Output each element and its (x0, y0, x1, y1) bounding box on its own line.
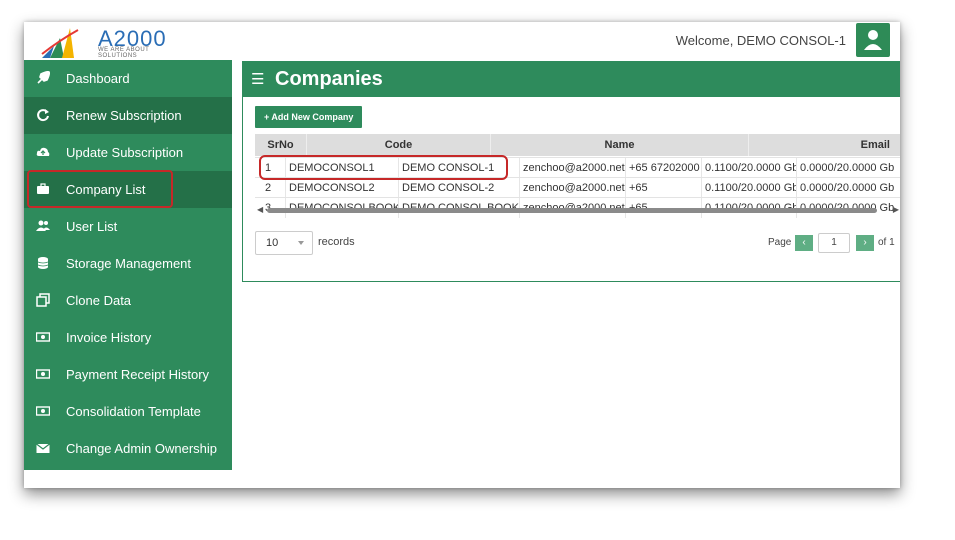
sidebar-item-dashboard[interactable]: Dashboard (24, 60, 232, 97)
cell-phone: +65 (626, 178, 702, 198)
cell-code: DEMOCONSOL2 (286, 178, 399, 198)
prev-page-button[interactable]: ‹ (795, 235, 813, 251)
sidebar-item-label: Dashboard (66, 71, 130, 86)
sidebar-item-user-list[interactable]: User List (24, 208, 232, 245)
sidebar-item-update-subscription[interactable]: Update Subscription (24, 134, 232, 171)
horizontal-scrollbar[interactable]: ◀ ▶ (255, 205, 900, 215)
money-icon (36, 369, 50, 379)
user-menu-button[interactable] (856, 23, 890, 57)
users-icon (36, 220, 50, 231)
sidebar-item-storage-management[interactable]: Storage Management (24, 245, 232, 282)
sidebar-item-label: Update Subscription (66, 145, 184, 160)
column-header-code[interactable]: Code (307, 134, 491, 156)
page-title: Companies (275, 68, 383, 90)
sidebar-item-label: Change Admin Ownership (66, 441, 218, 456)
cell-storage: 0.1100/20.0000 Gb (702, 178, 797, 198)
sidebar-item-renew-subscription[interactable]: Renew Subscription (24, 97, 232, 134)
sidebar-item-clone-data[interactable]: Clone Data (24, 282, 232, 319)
page-number-input[interactable]: 1 (818, 233, 850, 253)
a2000-logo[interactable]: A2000 WE ARE ABOUT SOLUTIONS (40, 24, 180, 59)
rocket-icon (37, 71, 50, 84)
records-per-page-select[interactable]: 10 (255, 231, 313, 255)
top-header: A2000 WE ARE ABOUT SOLUTIONS Welcome, DE… (24, 22, 900, 60)
cell-email: zenchoo@a2000.net (520, 158, 626, 178)
column-header-name[interactable]: Name (491, 134, 749, 156)
company-list-highlight (27, 170, 173, 208)
envelope-icon (36, 443, 50, 453)
sidebar-item-label: Renew Subscription (66, 108, 182, 123)
panel-header: ☰ Companies (243, 62, 900, 97)
money-icon (36, 406, 50, 416)
next-page-button[interactable]: › (856, 235, 874, 251)
refresh-icon (37, 109, 49, 122)
column-header-srno[interactable]: SrNo (255, 134, 307, 156)
cell-name: DEMO CONSOL-2 (399, 178, 520, 198)
sidebar-item-label: Clone Data (66, 293, 132, 308)
first-row-highlight (259, 155, 508, 180)
user-icon (864, 30, 882, 50)
app-window: A2000 WE ARE ABOUT SOLUTIONS Welcome, DE… (24, 22, 900, 488)
sidebar-item-label: User List (66, 219, 118, 234)
scroll-right-icon[interactable]: ▶ (893, 205, 899, 214)
money-icon (36, 332, 50, 342)
records-per-page-value: 10 (266, 237, 279, 249)
sidebar-item-label: Consolidation Template (66, 404, 201, 419)
scroll-left-icon[interactable]: ◀ (257, 205, 263, 214)
table-header: SrNo Code Name Email (255, 134, 900, 156)
pagination: Page ‹ 1 › of 1 (768, 233, 900, 253)
cell-phone: +65 67202000 (626, 158, 702, 178)
cell-srno: 2 (255, 178, 286, 198)
cell-email: zenchoo@a2000.net (520, 178, 626, 198)
menu-toggle-icon[interactable]: ☰ (251, 70, 264, 88)
sidebar-item-change-admin-ownership[interactable]: Change Admin Ownership (24, 430, 232, 467)
database-icon (37, 257, 49, 269)
companies-panel: ☰ Companies + Add New Company SrNo Code … (242, 61, 900, 282)
sidebar-item-label: Payment Receipt History (66, 367, 210, 382)
cell-storage-2: 0.0000/20.0000 Gb (797, 158, 900, 178)
cell-storage: 0.1100/20.0000 Gb (702, 158, 797, 178)
sidebar-item-label: Storage Management (66, 256, 192, 271)
cell-storage-2: 0.0000/20.0000 Gb (797, 178, 900, 198)
cloud-upload-icon (36, 147, 50, 156)
records-label: records (318, 236, 355, 248)
column-header-email[interactable]: Email (749, 134, 894, 156)
page-of-label: of 1 (878, 237, 895, 248)
sidebar-item-payment-receipt-history[interactable]: Payment Receipt History (24, 356, 232, 393)
chevron-down-icon (298, 241, 304, 245)
page-label: Page (768, 237, 792, 248)
sidebar: Dashboard Renew Subscription Update Subs… (24, 60, 232, 470)
sidebar-item-label: Invoice History (66, 330, 152, 345)
table-row[interactable]: 2 DEMOCONSOL2 DEMO CONSOL-2 zenchoo@a200… (255, 177, 900, 198)
sidebar-item-consolidation-template[interactable]: Consolidation Template (24, 393, 232, 430)
clone-icon (36, 293, 50, 307)
logo-tagline: WE ARE ABOUT SOLUTIONS (98, 47, 150, 59)
welcome-text: Welcome, DEMO CONSOL-1 (675, 33, 846, 48)
add-new-company-button[interactable]: + Add New Company (255, 106, 363, 128)
scroll-thumb[interactable] (267, 208, 877, 213)
sidebar-item-invoice-history[interactable]: Invoice History (24, 319, 232, 356)
